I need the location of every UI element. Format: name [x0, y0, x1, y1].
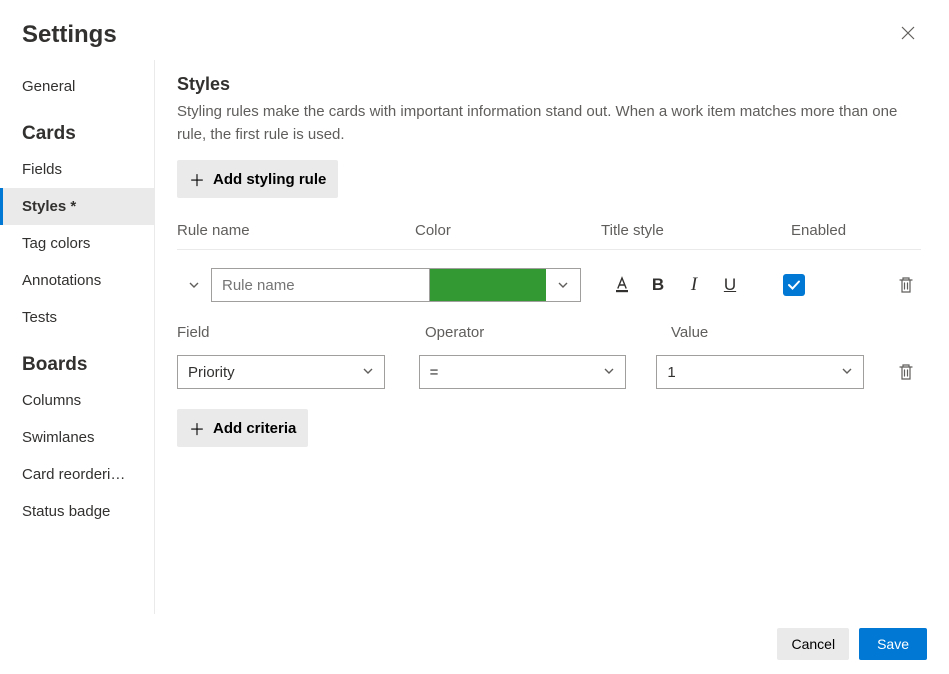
field-select-value: Priority	[188, 364, 235, 381]
rule-name-input[interactable]	[211, 268, 429, 302]
sidebar-item-columns[interactable]: Columns	[0, 382, 154, 419]
sidebar-item-tag-colors[interactable]: Tag colors	[0, 225, 154, 262]
operator-select[interactable]: =	[419, 355, 627, 389]
add-criteria-label: Add criteria	[213, 420, 296, 437]
color-swatch	[430, 269, 546, 301]
save-button[interactable]: Save	[859, 628, 927, 660]
settings-modal: Settings General Cards Fields Styles * T…	[0, 0, 949, 674]
modal-footer: Cancel Save	[0, 614, 949, 674]
add-styling-rule-label: Add styling rule	[213, 171, 326, 188]
value-select-value: 1	[667, 364, 675, 381]
color-picker[interactable]	[429, 268, 581, 302]
underline-icon[interactable]: U	[719, 274, 741, 296]
criteria-row: Priority = 1	[177, 355, 921, 389]
enabled-checkbox[interactable]	[783, 274, 805, 296]
expand-rule-toggle[interactable]	[177, 279, 211, 291]
col-value: Value	[671, 324, 921, 341]
col-operator: Operator	[425, 324, 671, 341]
modal-header: Settings	[0, 0, 949, 60]
add-criteria-button[interactable]: ＋ Add criteria	[177, 409, 308, 447]
title-style-group: B I U	[611, 274, 783, 296]
enabled-cell	[783, 274, 891, 296]
close-icon[interactable]	[895, 20, 921, 50]
field-select[interactable]: Priority	[177, 355, 385, 389]
col-color: Color	[415, 222, 601, 239]
plus-icon: ＋	[189, 167, 205, 191]
sidebar-item-swimlanes[interactable]: Swimlanes	[0, 419, 154, 456]
sidebar-item-status-badge[interactable]: Status badge	[0, 493, 154, 530]
sidebar-item-annotations[interactable]: Annotations	[0, 262, 154, 299]
chevron-down-icon[interactable]	[546, 269, 580, 301]
chevron-down-icon	[841, 364, 853, 381]
rule-column-headers: Rule name Color Title style Enabled	[177, 222, 921, 250]
modal-body: General Cards Fields Styles * Tag colors…	[0, 60, 949, 614]
sidebar-item-general[interactable]: General	[0, 68, 154, 105]
col-rule-name: Rule name	[177, 222, 415, 239]
sidebar-item-styles[interactable]: Styles *	[0, 188, 154, 225]
delete-criteria-button[interactable]	[892, 363, 921, 381]
delete-rule-button[interactable]	[891, 276, 921, 294]
chevron-down-icon	[362, 364, 374, 381]
main-panel: Styles Styling rules make the cards with…	[155, 60, 949, 614]
section-title: Styles	[177, 74, 921, 95]
italic-icon[interactable]: I	[683, 274, 705, 296]
rule-row: B I U	[177, 250, 921, 312]
sidebar-group-boards: Boards	[0, 336, 154, 382]
sidebar-group-cards: Cards	[0, 105, 154, 151]
sidebar-item-tests[interactable]: Tests	[0, 299, 154, 336]
col-enabled: Enabled	[791, 222, 921, 239]
sidebar: General Cards Fields Styles * Tag colors…	[0, 60, 155, 614]
chevron-down-icon	[603, 364, 615, 381]
value-select[interactable]: 1	[656, 355, 864, 389]
criteria-column-headers: Field Operator Value	[177, 324, 921, 341]
bold-icon[interactable]: B	[647, 274, 669, 296]
col-title-style: Title style	[601, 222, 791, 239]
plus-icon: ＋	[189, 416, 205, 440]
cancel-button[interactable]: Cancel	[777, 628, 849, 660]
sidebar-item-fields[interactable]: Fields	[0, 151, 154, 188]
section-description: Styling rules make the cards with import…	[177, 101, 921, 146]
sidebar-item-card-reordering[interactable]: Card reorderi…	[0, 456, 154, 493]
add-styling-rule-button[interactable]: ＋ Add styling rule	[177, 160, 338, 198]
modal-title: Settings	[22, 21, 117, 49]
operator-select-value: =	[430, 364, 439, 381]
font-color-icon[interactable]	[611, 274, 633, 296]
col-field: Field	[177, 324, 425, 341]
